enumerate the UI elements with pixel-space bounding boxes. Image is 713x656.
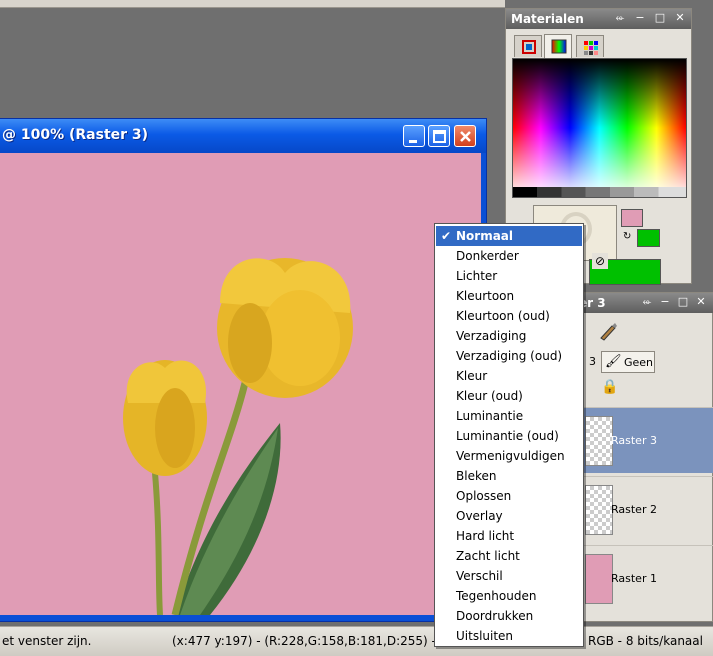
minimize-icon bbox=[409, 140, 417, 143]
layer-thumbnail bbox=[585, 554, 613, 604]
materials-titlebar[interactable]: Materialen ⬰ − □ ✕ bbox=[506, 9, 691, 29]
maximize-button[interactable] bbox=[428, 125, 450, 147]
blend-mode-label: Verzadiging (oud) bbox=[456, 349, 563, 363]
blend-mode-label: Kleur bbox=[456, 369, 488, 383]
minimize-icon[interactable]: − bbox=[634, 12, 646, 24]
blend-mode-label: Hard licht bbox=[456, 529, 515, 543]
close-icon bbox=[460, 131, 471, 142]
lock-icon[interactable]: 🔒 bbox=[601, 379, 618, 395]
blend-mode-item[interactable]: Luminantie bbox=[436, 406, 582, 426]
blend-mode-item[interactable]: Donkerder bbox=[436, 246, 582, 266]
tab-spectrum[interactable] bbox=[544, 34, 572, 58]
layer-name: Raster 2 bbox=[611, 503, 657, 516]
blend-mode-item[interactable]: Kleurtoon (oud) bbox=[436, 306, 582, 326]
image-canvas[interactable] bbox=[0, 153, 481, 615]
blend-mode-label: Zacht licht bbox=[456, 549, 520, 563]
background-color-swatch[interactable] bbox=[637, 229, 660, 247]
status-bar: et venster zijn. (x:477 y:197) - (R:228,… bbox=[0, 626, 713, 656]
blend-mode-label: Vermenigvuldigen bbox=[456, 449, 565, 463]
blend-mode-item[interactable]: Tegenhouden bbox=[436, 586, 582, 606]
blend-mode-label: Kleur (oud) bbox=[456, 389, 523, 403]
blend-mode-item[interactable]: Verzadiging bbox=[436, 326, 582, 346]
blend-mode-label: Bleken bbox=[456, 469, 497, 483]
layer-name: Raster 1 bbox=[611, 572, 657, 585]
document-title: @ 100% (Raster 3) bbox=[2, 127, 149, 143]
spectrum-icon bbox=[551, 39, 567, 54]
blend-mode-item[interactable]: Vermenigvuldigen bbox=[436, 446, 582, 466]
restore-icon[interactable]: □ bbox=[677, 296, 689, 308]
blend-mode-dropdown[interactable]: ✔ Normaal Donkerder Lichter Kleurtoon Kleurto… bbox=[434, 223, 584, 647]
blend-mode-label: Overlay bbox=[456, 509, 503, 523]
frames-icon bbox=[522, 40, 536, 54]
blend-mode-label: Lichter bbox=[456, 269, 498, 283]
blend-mode-item[interactable]: ✔ Normaal bbox=[436, 226, 582, 246]
tab-frames[interactable] bbox=[514, 35, 542, 57]
maximize-icon bbox=[433, 130, 446, 143]
mask-brush-icon: 🖌 bbox=[605, 354, 622, 369]
layer-name: Raster 3 bbox=[611, 434, 657, 447]
toolbar-strip bbox=[0, 0, 505, 8]
mask-none-label: Geen bbox=[624, 356, 654, 369]
checkmark-icon: ✔ bbox=[441, 229, 452, 243]
color-spectrum[interactable] bbox=[512, 58, 687, 198]
blend-mode-label: Luminantie (oud) bbox=[456, 429, 559, 443]
blend-mode-label: Verschil bbox=[456, 569, 503, 583]
blend-mode-label: Kleurtoon bbox=[456, 289, 515, 303]
pin-icon[interactable]: ⬰ bbox=[614, 12, 626, 24]
swatches-icon bbox=[584, 41, 598, 55]
blend-mode-label: Verzadiging bbox=[456, 329, 527, 343]
blend-mode-item[interactable]: Verschil bbox=[436, 566, 582, 586]
blend-mode-label: Normaal bbox=[456, 229, 514, 243]
close-icon[interactable]: ✕ bbox=[695, 296, 707, 308]
blend-mode-label: Donkerder bbox=[456, 249, 519, 263]
restore-icon[interactable]: □ bbox=[654, 12, 666, 24]
blend-mode-item[interactable]: Oplossen bbox=[436, 486, 582, 506]
minimize-button[interactable] bbox=[403, 125, 425, 147]
blend-mode-item[interactable]: Kleur bbox=[436, 366, 582, 386]
blend-mode-label: Luminantie bbox=[456, 409, 524, 423]
brush-icon[interactable] bbox=[597, 321, 619, 341]
pin-icon[interactable]: ⬰ bbox=[641, 296, 653, 308]
blend-mode-item[interactable]: Bleken bbox=[436, 466, 582, 486]
minimize-icon[interactable]: − bbox=[659, 296, 671, 308]
blend-mode-item[interactable]: Zacht licht bbox=[436, 546, 582, 566]
materials-title: Materialen bbox=[511, 12, 584, 26]
close-button[interactable] bbox=[454, 125, 476, 147]
swap-colors-icon[interactable]: ↻ bbox=[623, 231, 631, 242]
foreground-color-swatch[interactable] bbox=[621, 209, 643, 227]
blend-mode-item[interactable]: Uitsluiten bbox=[436, 626, 582, 646]
transparent-icon[interactable]: ⊘ bbox=[592, 253, 608, 269]
layer-number: 3 bbox=[589, 355, 596, 368]
tulips-image bbox=[123, 258, 353, 615]
blend-mode-item[interactable]: Kleur (oud) bbox=[436, 386, 582, 406]
blend-mode-item[interactable]: Overlay bbox=[436, 506, 582, 526]
status-cursor-info: (x:477 y:197) - (R:228,G:158,B:181,D:255… bbox=[172, 634, 441, 648]
tab-swatches[interactable] bbox=[576, 35, 604, 57]
document-window[interactable]: @ 100% (Raster 3) bbox=[0, 118, 487, 622]
blend-mode-label: Kleurtoon (oud) bbox=[456, 309, 550, 323]
layer-thumbnail bbox=[585, 416, 613, 466]
status-color-mode: RGB - 8 bits/kanaal bbox=[588, 634, 703, 648]
blend-mode-item[interactable]: Doordrukken bbox=[436, 606, 582, 626]
blend-mode-label: Tegenhouden bbox=[456, 589, 537, 603]
blend-mode-item[interactable]: Hard licht bbox=[436, 526, 582, 546]
status-hint: et venster zijn. bbox=[2, 634, 92, 648]
blend-mode-item[interactable]: Verzadiging (oud) bbox=[436, 346, 582, 366]
close-icon[interactable]: ✕ bbox=[674, 12, 686, 24]
blend-mode-item[interactable]: Kleurtoon bbox=[436, 286, 582, 306]
document-titlebar[interactable]: @ 100% (Raster 3) bbox=[0, 119, 486, 153]
layer-thumbnail bbox=[585, 485, 613, 535]
blend-mode-label: Doordrukken bbox=[456, 609, 534, 623]
blend-mode-item[interactable]: Lichter bbox=[436, 266, 582, 286]
mask-none-button[interactable]: 🖌 Geen bbox=[601, 351, 655, 373]
blend-mode-item[interactable]: Luminantie (oud) bbox=[436, 426, 582, 446]
blend-mode-label: Uitsluiten bbox=[456, 629, 514, 643]
blend-mode-label: Oplossen bbox=[456, 489, 512, 503]
